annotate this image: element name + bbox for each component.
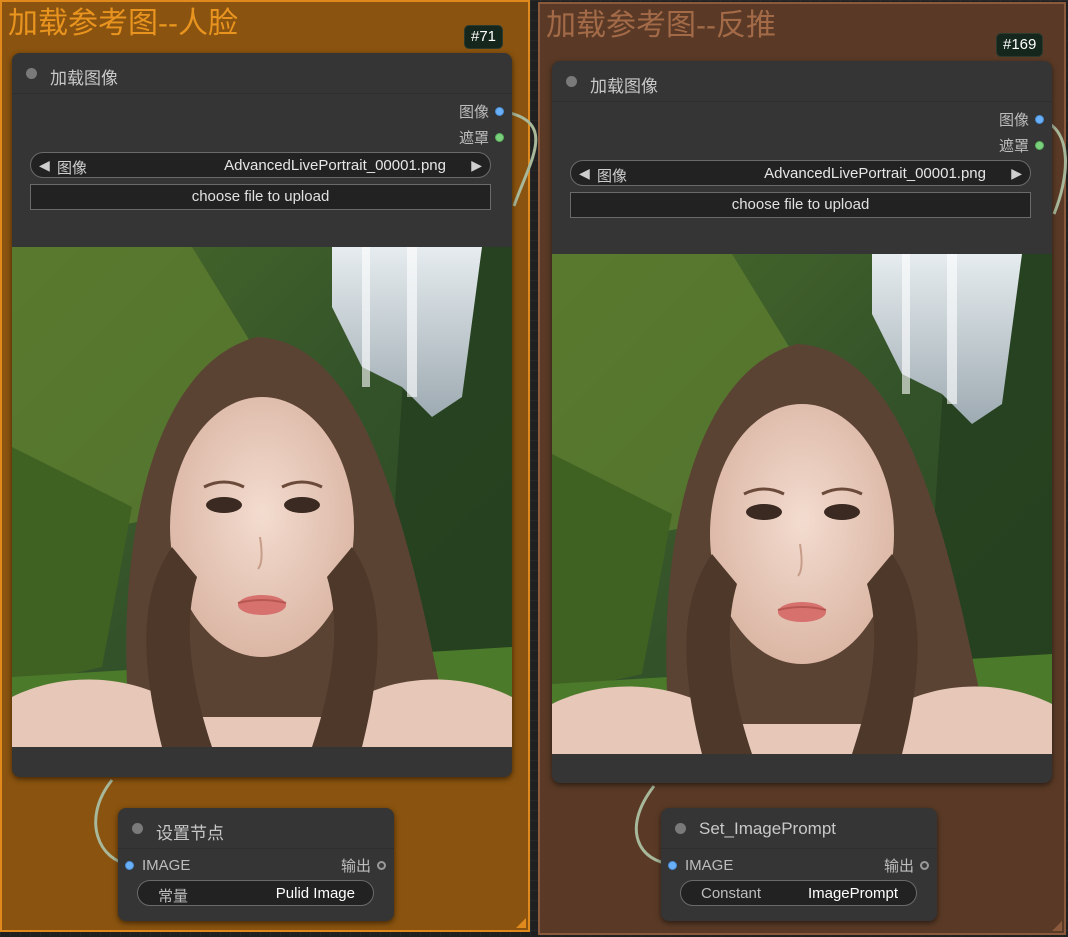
- output-label: 图像: [998, 111, 1029, 129]
- output-label: 遮罩: [998, 137, 1029, 155]
- constant-widget[interactable]: 常量 Pulid Image: [137, 880, 374, 906]
- mask-output-slot-icon[interactable]: [495, 132, 504, 142]
- collapse-dot-icon[interactable]: [132, 823, 143, 834]
- image-preview: [552, 254, 1052, 754]
- output-image[interactable]: 图像: [459, 101, 504, 121]
- image-file-combo[interactable]: ◀ 图像 AdvancedLivePortrait_00001.png ▶: [30, 152, 491, 178]
- combo-label: 图像: [597, 168, 628, 185]
- image-input-slot-icon[interactable]: [125, 860, 134, 870]
- node-title: 加载图像: [50, 69, 118, 88]
- set-node[interactable]: 设置节点 IMAGE 输出 常量 Pulid Image: [118, 808, 394, 921]
- image-preview: [12, 247, 512, 747]
- portrait-photo-icon: [12, 247, 512, 747]
- widget-value: Pulid Image: [275, 885, 355, 902]
- arrow-right-icon[interactable]: ▶: [1011, 165, 1022, 182]
- arrow-right-icon[interactable]: ▶: [471, 157, 482, 174]
- output-label: 遮罩: [458, 129, 489, 147]
- mask-output-slot-icon[interactable]: [1035, 140, 1044, 150]
- collapse-dot-icon[interactable]: [26, 68, 37, 79]
- constant-widget[interactable]: Constant ImagePrompt: [680, 880, 917, 906]
- output-slot[interactable]: 输出: [341, 855, 386, 875]
- image-file-combo[interactable]: ◀ 图像 AdvancedLivePortrait_00001.png ▶: [570, 160, 1031, 186]
- node-id-badge: #71: [464, 25, 504, 49]
- node-id-badge: #169: [996, 33, 1044, 57]
- output-label: 输出: [340, 857, 371, 875]
- node-header[interactable]: 加载图像: [552, 61, 1052, 102]
- node-header[interactable]: Set_ImagePrompt: [661, 808, 937, 849]
- collapse-dot-icon[interactable]: [566, 76, 577, 87]
- input-label: IMAGE: [142, 856, 191, 874]
- output-mask[interactable]: 遮罩: [999, 135, 1044, 155]
- combo-value: AdvancedLivePortrait_00001.png: [764, 165, 986, 182]
- node-title: Set_ImagePrompt: [699, 819, 837, 838]
- output-image[interactable]: 图像: [999, 109, 1044, 129]
- node-header[interactable]: 设置节点: [118, 808, 394, 849]
- image-input-slot-icon[interactable]: [668, 860, 677, 870]
- output-label: 输出: [883, 857, 914, 875]
- image-output-slot-icon[interactable]: [495, 106, 504, 116]
- input-label: IMAGE: [685, 856, 734, 874]
- output-slot-icon[interactable]: [377, 860, 386, 870]
- upload-button[interactable]: choose file to upload: [30, 184, 491, 210]
- node-title: 加载图像: [590, 77, 658, 96]
- collapse-dot-icon[interactable]: [675, 823, 686, 834]
- upload-button[interactable]: choose file to upload: [570, 192, 1031, 218]
- output-label: 图像: [458, 103, 489, 121]
- set-node[interactable]: Set_ImagePrompt IMAGE 输出 Constant ImageP…: [661, 808, 937, 921]
- input-image[interactable]: IMAGE: [668, 855, 733, 875]
- widget-label: 常量: [158, 888, 189, 905]
- arrow-left-icon[interactable]: ◀: [39, 157, 50, 174]
- input-image[interactable]: IMAGE: [125, 855, 190, 875]
- combo-label: 图像: [57, 160, 88, 177]
- image-output-slot-icon[interactable]: [1035, 114, 1044, 124]
- output-slot[interactable]: 输出: [884, 855, 929, 875]
- widget-label: Constant: [701, 885, 762, 902]
- portrait-photo-icon: [552, 254, 1052, 754]
- node-header[interactable]: 加载图像: [12, 53, 512, 94]
- load-image-node[interactable]: 加载图像 图像 遮罩 ◀ 图像 AdvancedLivePortrait_000…: [12, 53, 512, 777]
- arrow-left-icon[interactable]: ◀: [579, 165, 590, 182]
- node-title: 设置节点: [156, 824, 224, 843]
- output-slot-icon[interactable]: [920, 860, 929, 870]
- output-mask[interactable]: 遮罩: [459, 127, 504, 147]
- load-image-node[interactable]: 加载图像 图像 遮罩 ◀ 图像 AdvancedLivePortrait_000…: [552, 61, 1052, 783]
- widget-value: ImagePrompt: [807, 885, 898, 902]
- combo-value: AdvancedLivePortrait_00001.png: [224, 157, 446, 174]
